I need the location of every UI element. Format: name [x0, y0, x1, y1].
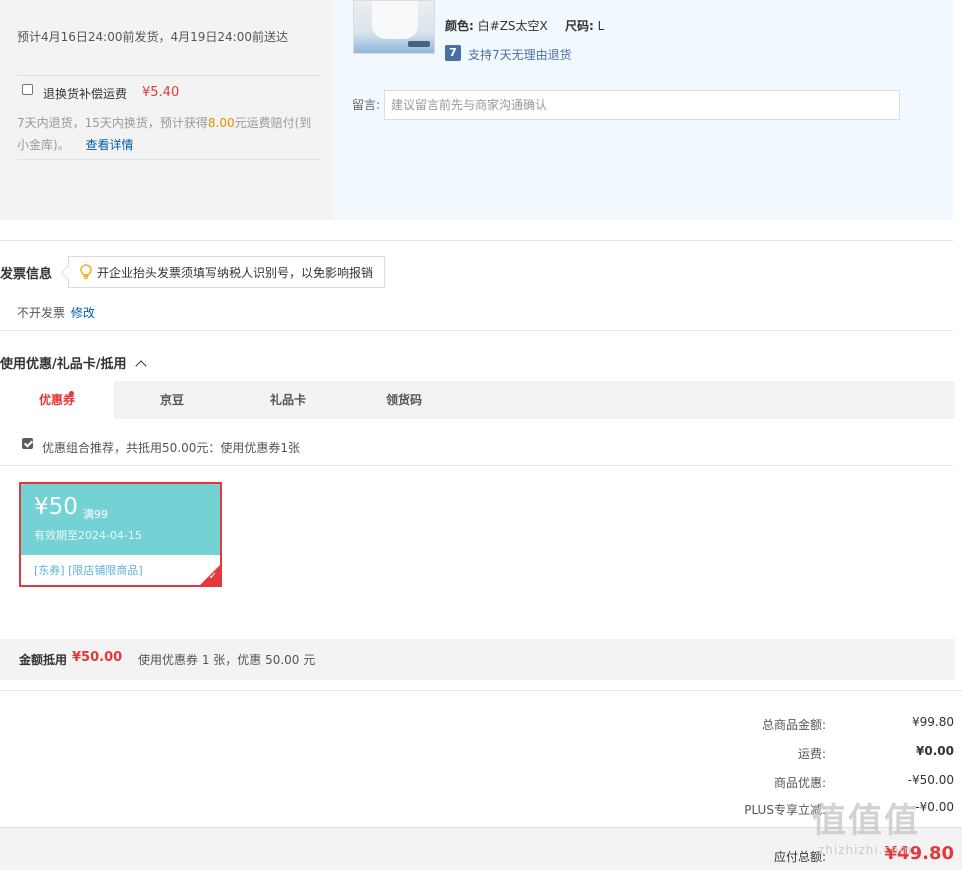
insurance-desc-pre: 7天内退货，15天内换货，预计获得 [17, 116, 208, 130]
insurance-label: 退换货补偿运费 [43, 87, 128, 101]
payable-label: 应付总额: [773, 850, 826, 864]
discount-tabs: 优惠券 京豆 礼品卡 领货码 [0, 381, 955, 419]
section-divider [0, 330, 953, 331]
section-divider [0, 240, 953, 241]
product-thumbnail[interactable] [353, 0, 435, 54]
shirt-tag [408, 41, 430, 47]
deduct-label: 金额抵用 [19, 653, 68, 667]
invoice-tip-text: 开企业抬头发票须填写纳税人识别号，以免影响报销 [97, 265, 374, 280]
watermark-logo: 值值值 [812, 801, 920, 841]
insurance-checkbox[interactable] [22, 84, 33, 95]
size-label: 尺码: [565, 19, 594, 33]
tab-pickup-code[interactable]: 领货码 [346, 381, 462, 419]
tab-jingdou[interactable]: 京豆 [114, 381, 230, 419]
discount-section-toggle[interactable]: 使用优惠/礼品卡/抵用 [0, 353, 147, 372]
shirt-image [372, 1, 418, 39]
tab-gift-card[interactable]: 礼品卡 [230, 381, 346, 419]
invoice-status: 不开发票 修改 [17, 304, 95, 321]
insurance-desc: 7天内退货，15天内换货，预计获得8.00元运费赔付(到小金库)。 查看详情 [17, 112, 322, 156]
size-value: L [597, 19, 605, 33]
message-label: 留言: [352, 98, 381, 112]
deduct-amount: ¥50.00 [72, 650, 123, 665]
deduct-desc: 使用优惠券 1 张，优惠 50.00 元 [138, 653, 316, 667]
invoice-status-text: 不开发票 [17, 306, 66, 320]
invoice-edit-link[interactable]: 修改 [71, 306, 95, 320]
color-spec: 颜色: 白#ZS太空X [445, 17, 548, 34]
seven-day-return-icon: 7 [445, 45, 461, 61]
new-dot-icon [69, 391, 74, 396]
lightbulb-icon [79, 264, 93, 280]
plus-discount-label: PLUS专享立减: [744, 803, 826, 817]
goods-total-value: ¥99.80 [912, 715, 954, 729]
divider [17, 75, 320, 76]
coupon-validity: 有效期至2024-04-15 [34, 529, 142, 542]
invoice-tip: 开企业抬头发票须填写纳税人识别号，以免影响报销 [68, 256, 385, 288]
freight-label: 运费: [797, 747, 826, 761]
promo-label: 商品优惠: [773, 776, 826, 790]
divider [17, 159, 320, 160]
coupon-amount: ¥50 [34, 494, 78, 520]
recommend-checkbox[interactable] [22, 438, 33, 449]
insurance-amount: 8.00 [207, 116, 235, 130]
color-value: 白#ZS太空X [477, 19, 548, 33]
coupon-card[interactable]: ¥50 满99 有效期至2024-04-15 [东券] [限店铺限商品] ✓ [19, 482, 222, 587]
checkmark-icon: ✓ [208, 571, 217, 582]
watermark-site: zhizhizhi.com [818, 843, 913, 857]
delivery-estimate: 预计4月16日24:00前发货，4月19日24:00前送达 [17, 30, 288, 44]
color-label: 颜色: [445, 19, 474, 33]
freight-value: ¥0.00 [916, 744, 954, 758]
promo-value: -¥50.00 [907, 773, 954, 787]
size-spec: 尺码: L [565, 17, 604, 34]
detail-link[interactable]: 查看详情 [86, 138, 134, 152]
insurance-price: ¥5.40 [142, 85, 180, 100]
recommend-text: 优惠组合推荐，共抵用50.00元：使用优惠券1张 [42, 441, 300, 455]
coupon-scope: [东券] [限店铺限商品] [34, 564, 143, 577]
discount-title: 使用优惠/礼品卡/抵用 [0, 357, 127, 372]
message-input[interactable] [384, 90, 900, 120]
tab-coupons[interactable]: 优惠券 [0, 381, 114, 419]
section-divider [0, 690, 962, 691]
divider [0, 465, 953, 466]
invoice-title: 发票信息 [0, 267, 53, 282]
return-policy-text: 支持7天无理由退货 [468, 48, 572, 62]
goods-total-label: 总商品金额: [761, 718, 826, 732]
coupon-limit: 满99 [83, 508, 108, 521]
chevron-up-icon [135, 360, 147, 372]
